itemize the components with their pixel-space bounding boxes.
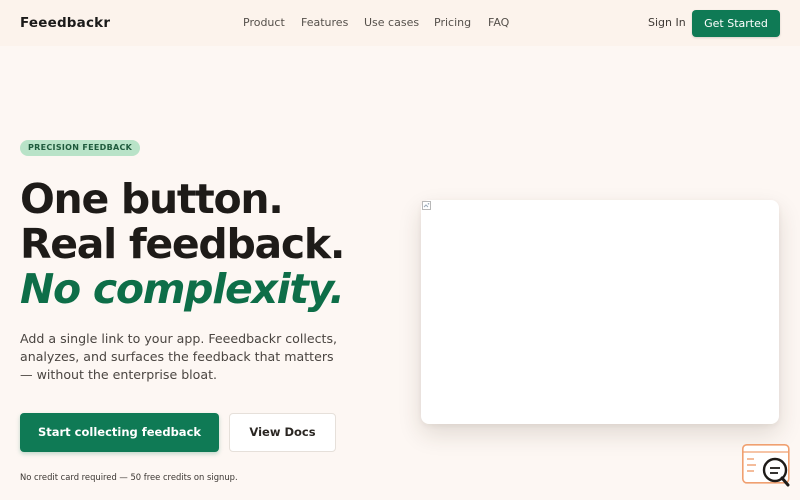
headline-line-3: No complexity. [20,265,345,313]
start-collecting-feedback-button[interactable]: Start collecting feedback [20,413,219,452]
nav-link-features[interactable]: Features [301,16,348,29]
headline-line-2: Real feedback. [20,220,345,268]
sign-in-link[interactable]: Sign In [648,16,686,29]
get-started-button[interactable]: Get Started [692,10,780,37]
top-navigation: Feeedbackr Product Features Use cases Pr… [0,0,800,46]
view-docs-button[interactable]: View Docs [229,413,336,452]
nav-link-use-cases[interactable]: Use cases [364,16,419,29]
precision-feedback-badge: PRECISION FEEDBACK [20,140,141,156]
headline-line-1: One button. [20,175,284,223]
feedback-widget-icon[interactable] [742,444,790,488]
nav-link-pricing[interactable]: Pricing [434,16,471,29]
signup-note: No credit card required — 50 free credit… [20,472,238,482]
product-preview-card [421,200,779,424]
nav-link-product[interactable]: Product [243,16,285,29]
broken-image-icon [422,201,431,210]
hero-description: Add a single link to your app. Feeedback… [20,331,338,382]
nav-link-faq[interactable]: FAQ [488,16,509,29]
